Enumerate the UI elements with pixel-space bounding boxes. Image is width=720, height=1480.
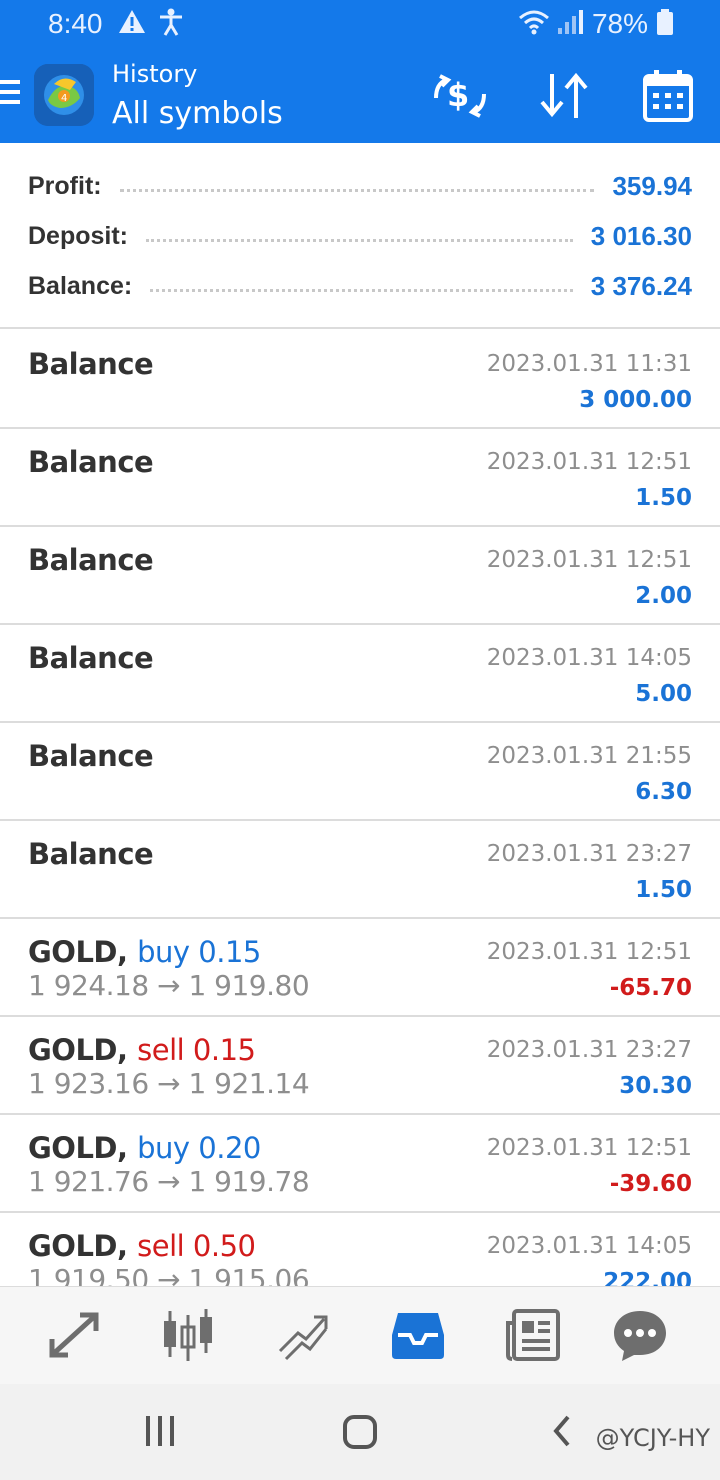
operation-type: Balance [28, 641, 154, 675]
operation-type: Balance [28, 837, 154, 871]
deposit-label: Deposit: [28, 221, 128, 250]
list-item[interactable]: Balance 2023.01.31 14:05 5.00 [0, 625, 720, 723]
battery-icon [656, 8, 674, 41]
trade-profit: -65.70 [609, 975, 692, 1001]
trade-title: GOLD, buy 0.15 [28, 935, 261, 969]
app-logo[interactable]: 4 [34, 64, 94, 126]
watermark: @YCJY-HY [595, 1424, 710, 1452]
calendar-icon[interactable] [638, 68, 698, 124]
screen-subtitle: History [112, 60, 198, 88]
history-icon[interactable] [388, 1307, 448, 1363]
trade-icon[interactable] [272, 1307, 332, 1363]
list-item[interactable]: Balance 2023.01.31 12:51 2.00 [0, 527, 720, 625]
operation-time: 2023.01.31 14:05 [486, 645, 692, 671]
trade-action: buy 0.15 [137, 935, 261, 969]
operation-time: 2023.01.31 23:27 [486, 841, 692, 867]
toolbar: 4 History All symbols $ [0, 52, 720, 143]
operation-amount: 1.50 [635, 485, 692, 511]
trade-time: 2023.01.31 14:05 [486, 1233, 692, 1259]
trade-symbol: GOLD, [28, 1131, 128, 1165]
dotted-leader [119, 188, 595, 192]
svg-text:4: 4 [61, 93, 67, 104]
trade-action: sell 0.15 [137, 1033, 256, 1067]
home-icon[interactable] [342, 1414, 378, 1455]
trade-time: 2023.01.31 12:51 [486, 1135, 692, 1161]
trade-symbol: GOLD, [28, 935, 128, 969]
trade-item[interactable]: GOLD, buy 0.15 1 924.18 → 1 919.80 2023.… [0, 919, 720, 1017]
system-navigation: @YCJY-HY [0, 1384, 720, 1480]
status-time: 8:40 [48, 8, 103, 39]
recent-apps-icon[interactable] [144, 1414, 176, 1453]
operation-time: 2023.01.31 11:31 [486, 351, 692, 377]
signal-icon [556, 8, 584, 41]
trade-action: sell 0.50 [137, 1229, 256, 1263]
balance-value: 3 376.24 [590, 270, 692, 301]
balance-label: Balance: [28, 271, 133, 300]
trade-symbol: GOLD, [28, 1033, 128, 1067]
svg-text:$: $ [447, 76, 469, 114]
list-item[interactable]: Balance 2023.01.31 12:51 1.50 [0, 429, 720, 527]
trade-time: 2023.01.31 23:27 [486, 1037, 692, 1063]
history-list[interactable]: Balance 2023.01.31 11:31 3 000.00 Balanc… [0, 331, 720, 1286]
news-icon[interactable] [504, 1307, 564, 1363]
trade-profit: -39.60 [609, 1171, 692, 1197]
battery-percent: 78% [591, 8, 648, 39]
profit-value: 359.94 [612, 170, 692, 201]
deposit-value: 3 016.30 [590, 220, 692, 251]
operation-amount: 1.50 [635, 877, 692, 903]
trade-profit: 222.00 [603, 1269, 692, 1286]
operation-type: Balance [28, 445, 154, 479]
balance-row: Balance: 3 376.24 [28, 266, 692, 306]
trade-item[interactable]: GOLD, sell 0.50 1 919.50 → 1 915.06 2023… [0, 1213, 720, 1286]
operation-type: Balance [28, 543, 154, 577]
trade-title: GOLD, sell 0.50 [28, 1229, 256, 1263]
bottom-navigation [0, 1286, 720, 1384]
list-item[interactable]: Balance 2023.01.31 11:31 3 000.00 [0, 331, 720, 429]
operation-amount: 3 000.00 [579, 387, 692, 413]
profit-row: Profit: 359.94 [28, 166, 692, 206]
chart-icon[interactable] [158, 1307, 218, 1363]
list-item[interactable]: Balance 2023.01.31 23:27 1.50 [0, 821, 720, 919]
currency-exchange-icon[interactable]: $ [430, 68, 490, 124]
operation-time: 2023.01.31 21:55 [486, 743, 692, 769]
chat-icon[interactable] [610, 1307, 670, 1363]
deposit-row: Deposit: 3 016.30 [28, 216, 692, 256]
operation-amount: 6.30 [635, 779, 692, 805]
wifi-icon [518, 8, 550, 41]
trade-item[interactable]: GOLD, buy 0.20 1 921.76 → 1 919.78 2023.… [0, 1115, 720, 1213]
sort-icon[interactable] [534, 68, 594, 124]
trade-action: buy 0.20 [137, 1131, 261, 1165]
trade-prices: 1 923.16 → 1 921.14 [28, 1067, 310, 1100]
quotes-icon[interactable] [44, 1307, 104, 1363]
trade-prices: 1 919.50 → 1 915.06 [28, 1263, 310, 1286]
operation-type: Balance [28, 739, 154, 773]
operation-time: 2023.01.31 12:51 [486, 547, 692, 573]
operation-amount: 2.00 [635, 583, 692, 609]
trade-item[interactable]: GOLD, sell 0.15 1 923.16 → 1 921.14 2023… [0, 1017, 720, 1115]
account-summary: Profit: 359.94 Deposit: 3 016.30 Balance… [0, 143, 720, 329]
status-bar: 8:40 78% [0, 0, 720, 50]
dotted-leader [146, 238, 573, 242]
trade-time: 2023.01.31 12:51 [486, 939, 692, 965]
warning-icon [118, 8, 146, 41]
trade-prices: 1 924.18 → 1 919.80 [28, 969, 310, 1002]
back-icon[interactable] [552, 1414, 572, 1453]
trade-title: GOLD, sell 0.15 [28, 1033, 256, 1067]
trade-title: GOLD, buy 0.20 [28, 1131, 261, 1165]
trade-profit: 30.30 [619, 1073, 692, 1099]
profit-label: Profit: [28, 171, 102, 200]
list-item[interactable]: Balance 2023.01.31 21:55 6.30 [0, 723, 720, 821]
operation-type: Balance [28, 347, 154, 381]
trade-symbol: GOLD, [28, 1229, 128, 1263]
menu-icon[interactable] [0, 80, 20, 110]
app-header: 8:40 78% 4 History All symbols $ [0, 0, 720, 143]
dotted-leader [150, 288, 573, 292]
trade-prices: 1 921.76 → 1 919.78 [28, 1165, 310, 1198]
operation-amount: 5.00 [635, 681, 692, 707]
operation-time: 2023.01.31 12:51 [486, 449, 692, 475]
screen-title[interactable]: All symbols [112, 96, 283, 131]
accessibility-icon [158, 8, 184, 41]
